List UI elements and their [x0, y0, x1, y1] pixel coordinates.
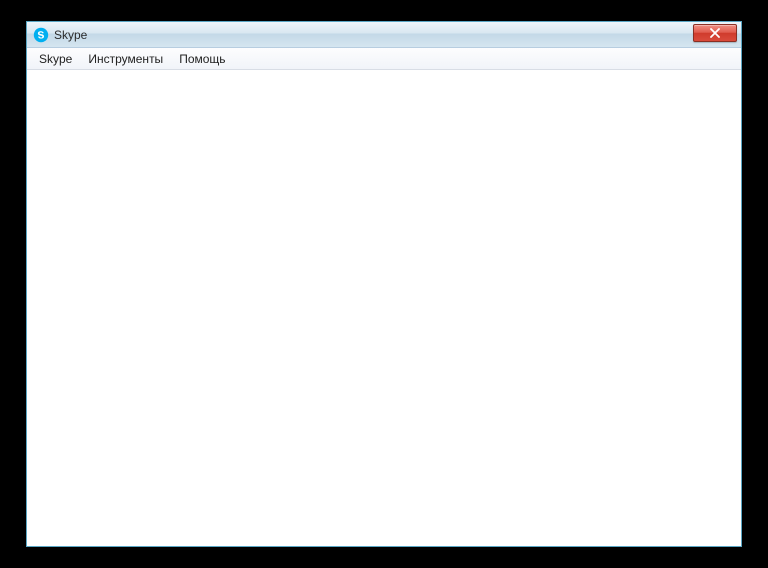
close-button[interactable]: [693, 24, 737, 42]
content-area: [27, 70, 741, 546]
menu-skype[interactable]: Skype: [31, 50, 80, 68]
titlebar[interactable]: Skype: [27, 22, 741, 48]
menubar: Skype Инструменты Помощь: [27, 48, 741, 70]
menu-tools[interactable]: Инструменты: [80, 50, 171, 68]
window-title: Skype: [54, 29, 87, 41]
close-icon: [709, 28, 721, 38]
app-window: Skype Skype Инструменты Помощь: [26, 21, 742, 547]
skype-icon: [33, 27, 49, 43]
menu-help[interactable]: Помощь: [171, 50, 233, 68]
